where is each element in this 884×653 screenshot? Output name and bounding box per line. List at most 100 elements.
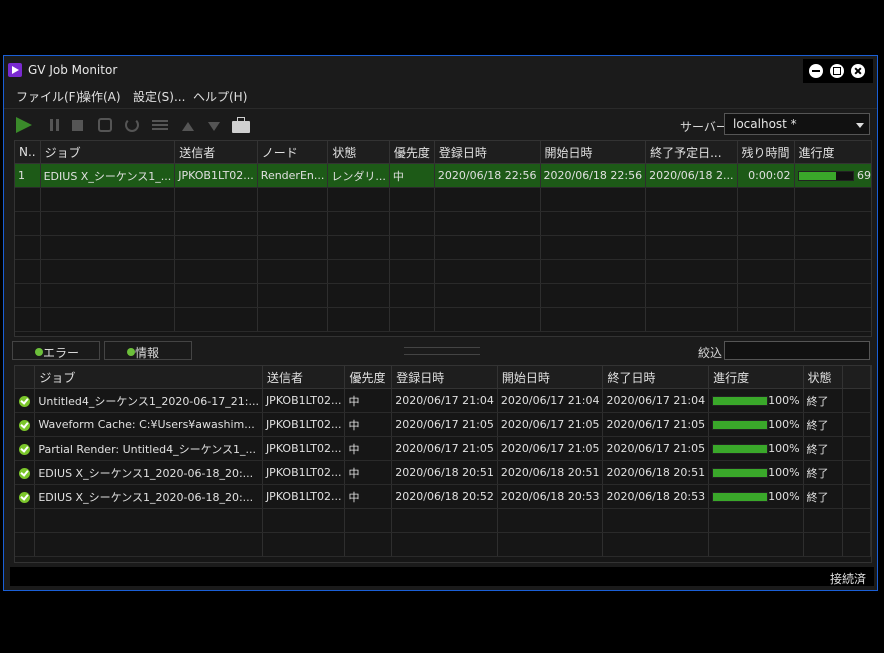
cell-empty xyxy=(434,259,541,284)
server-select[interactable]: localhost * xyxy=(724,113,870,135)
table-row[interactable]: Partial Render: Untitled4_シーケンス1_... JPKO… xyxy=(15,436,871,461)
error-filter-button[interactable]: エラー xyxy=(12,341,100,360)
col-header[interactable]: 終了日時 xyxy=(602,366,710,389)
table-row[interactable]: EDIUS X_シーケンス1_2020-06-18_20:... JPKOB1LT… xyxy=(15,460,871,485)
table-row[interactable] xyxy=(15,187,871,212)
menu-file[interactable]: ファイル(F) xyxy=(16,88,80,105)
cell-remaining: 0:00:02 xyxy=(737,163,795,188)
maximize-icon[interactable] xyxy=(830,64,844,78)
pause-icon[interactable] xyxy=(47,117,63,133)
table-row[interactable] xyxy=(15,307,871,332)
table-row[interactable]: Untitled4_シーケンス1_2020-06-17_21:... JPKOB1… xyxy=(15,388,871,413)
cell-empty xyxy=(389,235,435,260)
cell-empty xyxy=(389,187,435,212)
menu-bar: ファイル(F) 操作(A) 設定(S)... ヘルプ(H) xyxy=(4,84,877,106)
cell-empty xyxy=(389,283,435,308)
table-row[interactable] xyxy=(15,235,871,260)
progress-cell: 100% xyxy=(708,412,804,437)
check-circle-icon xyxy=(19,491,31,503)
col-header[interactable]: 終了予定日... xyxy=(645,141,738,164)
clear-icon[interactable] xyxy=(98,118,112,132)
col-header[interactable]: ジョブ xyxy=(40,141,176,164)
col-header[interactable]: 優先度 xyxy=(389,141,435,164)
cell-empty xyxy=(257,259,329,284)
col-header[interactable]: N.. xyxy=(15,141,41,164)
col-header[interactable]: 残り時間 xyxy=(737,141,795,164)
menu-operation[interactable]: 操作(A) xyxy=(79,88,121,105)
table-row[interactable]: 1 EDIUS X_シーケンス1_... JPKOB1LT02... RenderEn… xyxy=(15,163,872,188)
cell-empty xyxy=(174,235,258,260)
col-header[interactable]: 開始日時 xyxy=(540,141,647,164)
refresh-icon[interactable] xyxy=(125,118,139,132)
cell-empty xyxy=(174,187,258,212)
cell-empty xyxy=(174,259,258,284)
cell-empty xyxy=(645,235,738,260)
check-circle-icon xyxy=(19,467,31,479)
cell-empty xyxy=(327,283,390,308)
menu-settings[interactable]: 設定(S)... xyxy=(133,88,185,105)
move-up-icon[interactable] xyxy=(182,122,194,131)
cell-empty xyxy=(40,235,176,260)
col-header[interactable]: 登録日時 xyxy=(434,141,541,164)
cell-empty xyxy=(540,187,647,212)
table-row[interactable] xyxy=(15,283,871,308)
table-row[interactable]: EDIUS X_シーケンス1_2020-06-18_20:... JPKOB1LT… xyxy=(15,484,871,509)
cell-empty xyxy=(34,532,263,557)
window-title: GV Job Monitor xyxy=(28,63,118,77)
col-header[interactable]: 開始日時 xyxy=(497,366,604,389)
col-header[interactable]: 状態 xyxy=(327,141,390,164)
table-row[interactable] xyxy=(15,259,871,284)
stop-icon[interactable] xyxy=(72,120,83,131)
minimize-icon[interactable] xyxy=(809,64,823,78)
cell-empty xyxy=(434,235,541,260)
cell-empty xyxy=(34,508,263,533)
table-row[interactable]: Waveform Cache: C:¥Users¥awashim... JPKOB… xyxy=(15,412,871,437)
table-row[interactable] xyxy=(15,508,871,533)
filter-input[interactable] xyxy=(724,341,870,360)
title-bar[interactable]: GV Job Monitor xyxy=(4,56,877,84)
cell-empty xyxy=(645,211,738,236)
toolbox-icon[interactable] xyxy=(232,117,250,133)
cell-started: 2020/06/17 21:05 xyxy=(497,436,604,461)
move-down-icon[interactable] xyxy=(208,122,220,131)
menu-help[interactable]: ヘルプ(H) xyxy=(193,88,247,105)
col-header[interactable]: ジョブ xyxy=(34,366,263,389)
pane-splitter[interactable] xyxy=(404,347,480,355)
cell-empty xyxy=(174,211,258,236)
table-row[interactable] xyxy=(15,532,871,557)
cell-empty xyxy=(15,307,41,332)
cell-registered: 2020/06/18 20:51 xyxy=(391,460,498,485)
cell-empty xyxy=(391,508,498,533)
cell-empty xyxy=(602,508,710,533)
play-icon[interactable] xyxy=(16,117,32,133)
col-header[interactable]: 進行度 xyxy=(794,141,871,164)
cell-state: 終了 xyxy=(803,388,843,413)
cell-ended: 2020/06/17 21:04 xyxy=(602,388,710,413)
cell-empty xyxy=(389,211,435,236)
status-cell xyxy=(15,436,36,461)
cell-empty xyxy=(15,532,36,557)
info-filter-button[interactable]: 情報 xyxy=(104,341,192,360)
cell-empty xyxy=(257,211,329,236)
cell-ended: 2020/06/18 20:51 xyxy=(602,460,710,485)
cell-empty xyxy=(327,211,390,236)
list-icon[interactable] xyxy=(152,117,168,133)
progress-label: 69% xyxy=(857,169,872,182)
window-controls xyxy=(803,59,873,83)
col-header[interactable]: 進行度 xyxy=(708,366,804,389)
table-row[interactable] xyxy=(15,211,871,236)
progress-cell: 100% xyxy=(708,460,804,485)
cell-job: Partial Render: Untitled4_シーケンス1_... xyxy=(34,436,263,461)
col-header[interactable]: 優先度 xyxy=(344,366,393,389)
col-header[interactable] xyxy=(15,366,36,389)
close-icon[interactable] xyxy=(851,64,865,78)
col-header[interactable]: ノード xyxy=(257,141,329,164)
cell-empty xyxy=(327,235,390,260)
cell-empty xyxy=(794,283,871,308)
cell-empty xyxy=(842,508,871,533)
col-header[interactable]: 状態 xyxy=(803,366,843,389)
col-header[interactable]: 送信者 xyxy=(174,141,258,164)
cell-priority: 中 xyxy=(344,436,393,461)
col-header[interactable]: 登録日時 xyxy=(391,366,498,389)
col-header[interactable]: 送信者 xyxy=(262,366,346,389)
